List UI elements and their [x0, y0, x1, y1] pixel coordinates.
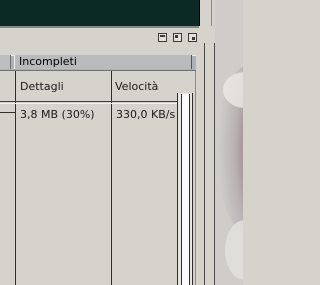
tab-incompleti[interactable]: Incompleti: [14, 55, 192, 69]
maximize-icon[interactable]: [188, 33, 197, 42]
list-scrollbar-thumb[interactable]: [181, 94, 190, 285]
cell-dettagli: 3,8 MB (30%): [20, 108, 95, 121]
restore-icon[interactable]: [173, 33, 182, 42]
minimize-icon[interactable]: [158, 33, 167, 42]
column-header-dettagli[interactable]: Dettagli: [20, 80, 64, 93]
header-divider: [0, 101, 177, 102]
top-dark-area: [0, 0, 199, 28]
row-indicator: [0, 112, 15, 113]
top-scrollbar[interactable]: [199, 0, 212, 26]
header-divider: [0, 103, 177, 104]
column-header-velocita[interactable]: Velocità: [115, 80, 158, 93]
cell-velocita: 330,0 KB/s: [116, 108, 176, 121]
window-scrollbar[interactable]: [204, 43, 215, 285]
tab-previous[interactable]: [0, 55, 11, 69]
background-photo: [215, 0, 243, 285]
